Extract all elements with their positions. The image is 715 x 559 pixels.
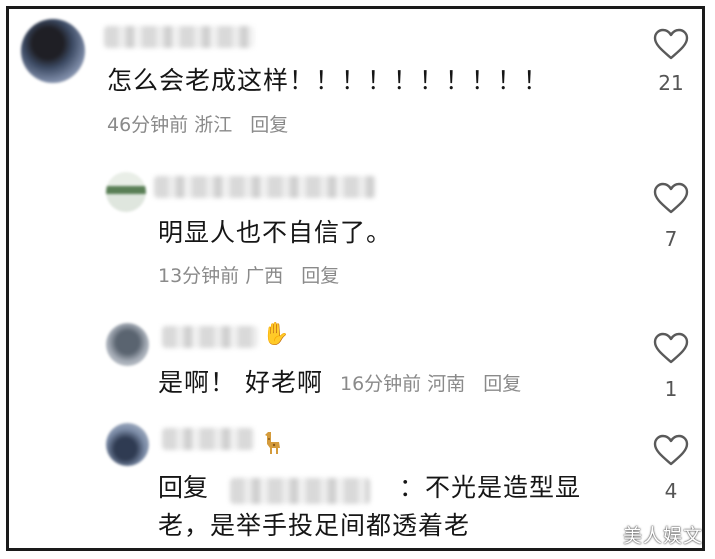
comment-text: 老，是举手投足间都透着老 — [158, 511, 471, 540]
reply-prefix: 回复 — [158, 473, 209, 502]
comment-text: 是啊！ 好老啊 — [158, 368, 323, 397]
avatar[interactable] — [106, 323, 149, 366]
username-blurred[interactable] — [154, 176, 376, 198]
reply-button[interactable]: 回复 — [250, 114, 288, 136]
username-blurred[interactable] — [162, 326, 258, 348]
heart-icon[interactable] — [653, 182, 689, 214]
avatar[interactable] — [21, 19, 85, 83]
giraffe-icon — [265, 432, 280, 454]
username-blurred[interactable] — [104, 26, 254, 48]
reply-button[interactable]: 回复 — [483, 373, 521, 395]
comment-location: 广西 — [245, 265, 284, 287]
comment-location: 河南 — [427, 373, 466, 395]
comment-time: 16分钟前 — [340, 373, 422, 395]
comment-text: 明显人也不自信了。 — [158, 218, 393, 247]
comment-time: 46分钟前 — [107, 114, 189, 136]
username-blurred[interactable] — [162, 428, 254, 450]
reply-button[interactable]: 回复 — [301, 265, 339, 287]
emoji-badge-icon: ✋ — [262, 322, 290, 347]
comment-text: 怎么会老成这样！！！！！！！！！！ — [107, 66, 550, 95]
heart-icon[interactable] — [653, 332, 689, 364]
watermark: 美人娱文 — [622, 525, 703, 547]
comment-meta: 16分钟前 河南 回复 — [340, 371, 521, 397]
comment-time: 13分钟前 — [158, 265, 240, 287]
heart-icon[interactable] — [653, 28, 689, 60]
heart-icon[interactable] — [653, 434, 689, 466]
comment-location: 浙江 — [194, 114, 233, 136]
comment-meta: 46分钟前 浙江 回复 — [107, 112, 288, 138]
reply-target-blurred[interactable] — [230, 478, 370, 504]
like-count: 7 — [664, 227, 678, 251]
like-count: 4 — [664, 479, 678, 503]
avatar[interactable] — [106, 172, 146, 212]
like-count: 21 — [658, 71, 684, 95]
avatar[interactable] — [106, 423, 149, 466]
comment-meta: 13分钟前 广西 回复 — [158, 263, 339, 289]
like-count: 1 — [664, 377, 678, 401]
comment-text: ：不光是造型显 — [399, 473, 582, 502]
